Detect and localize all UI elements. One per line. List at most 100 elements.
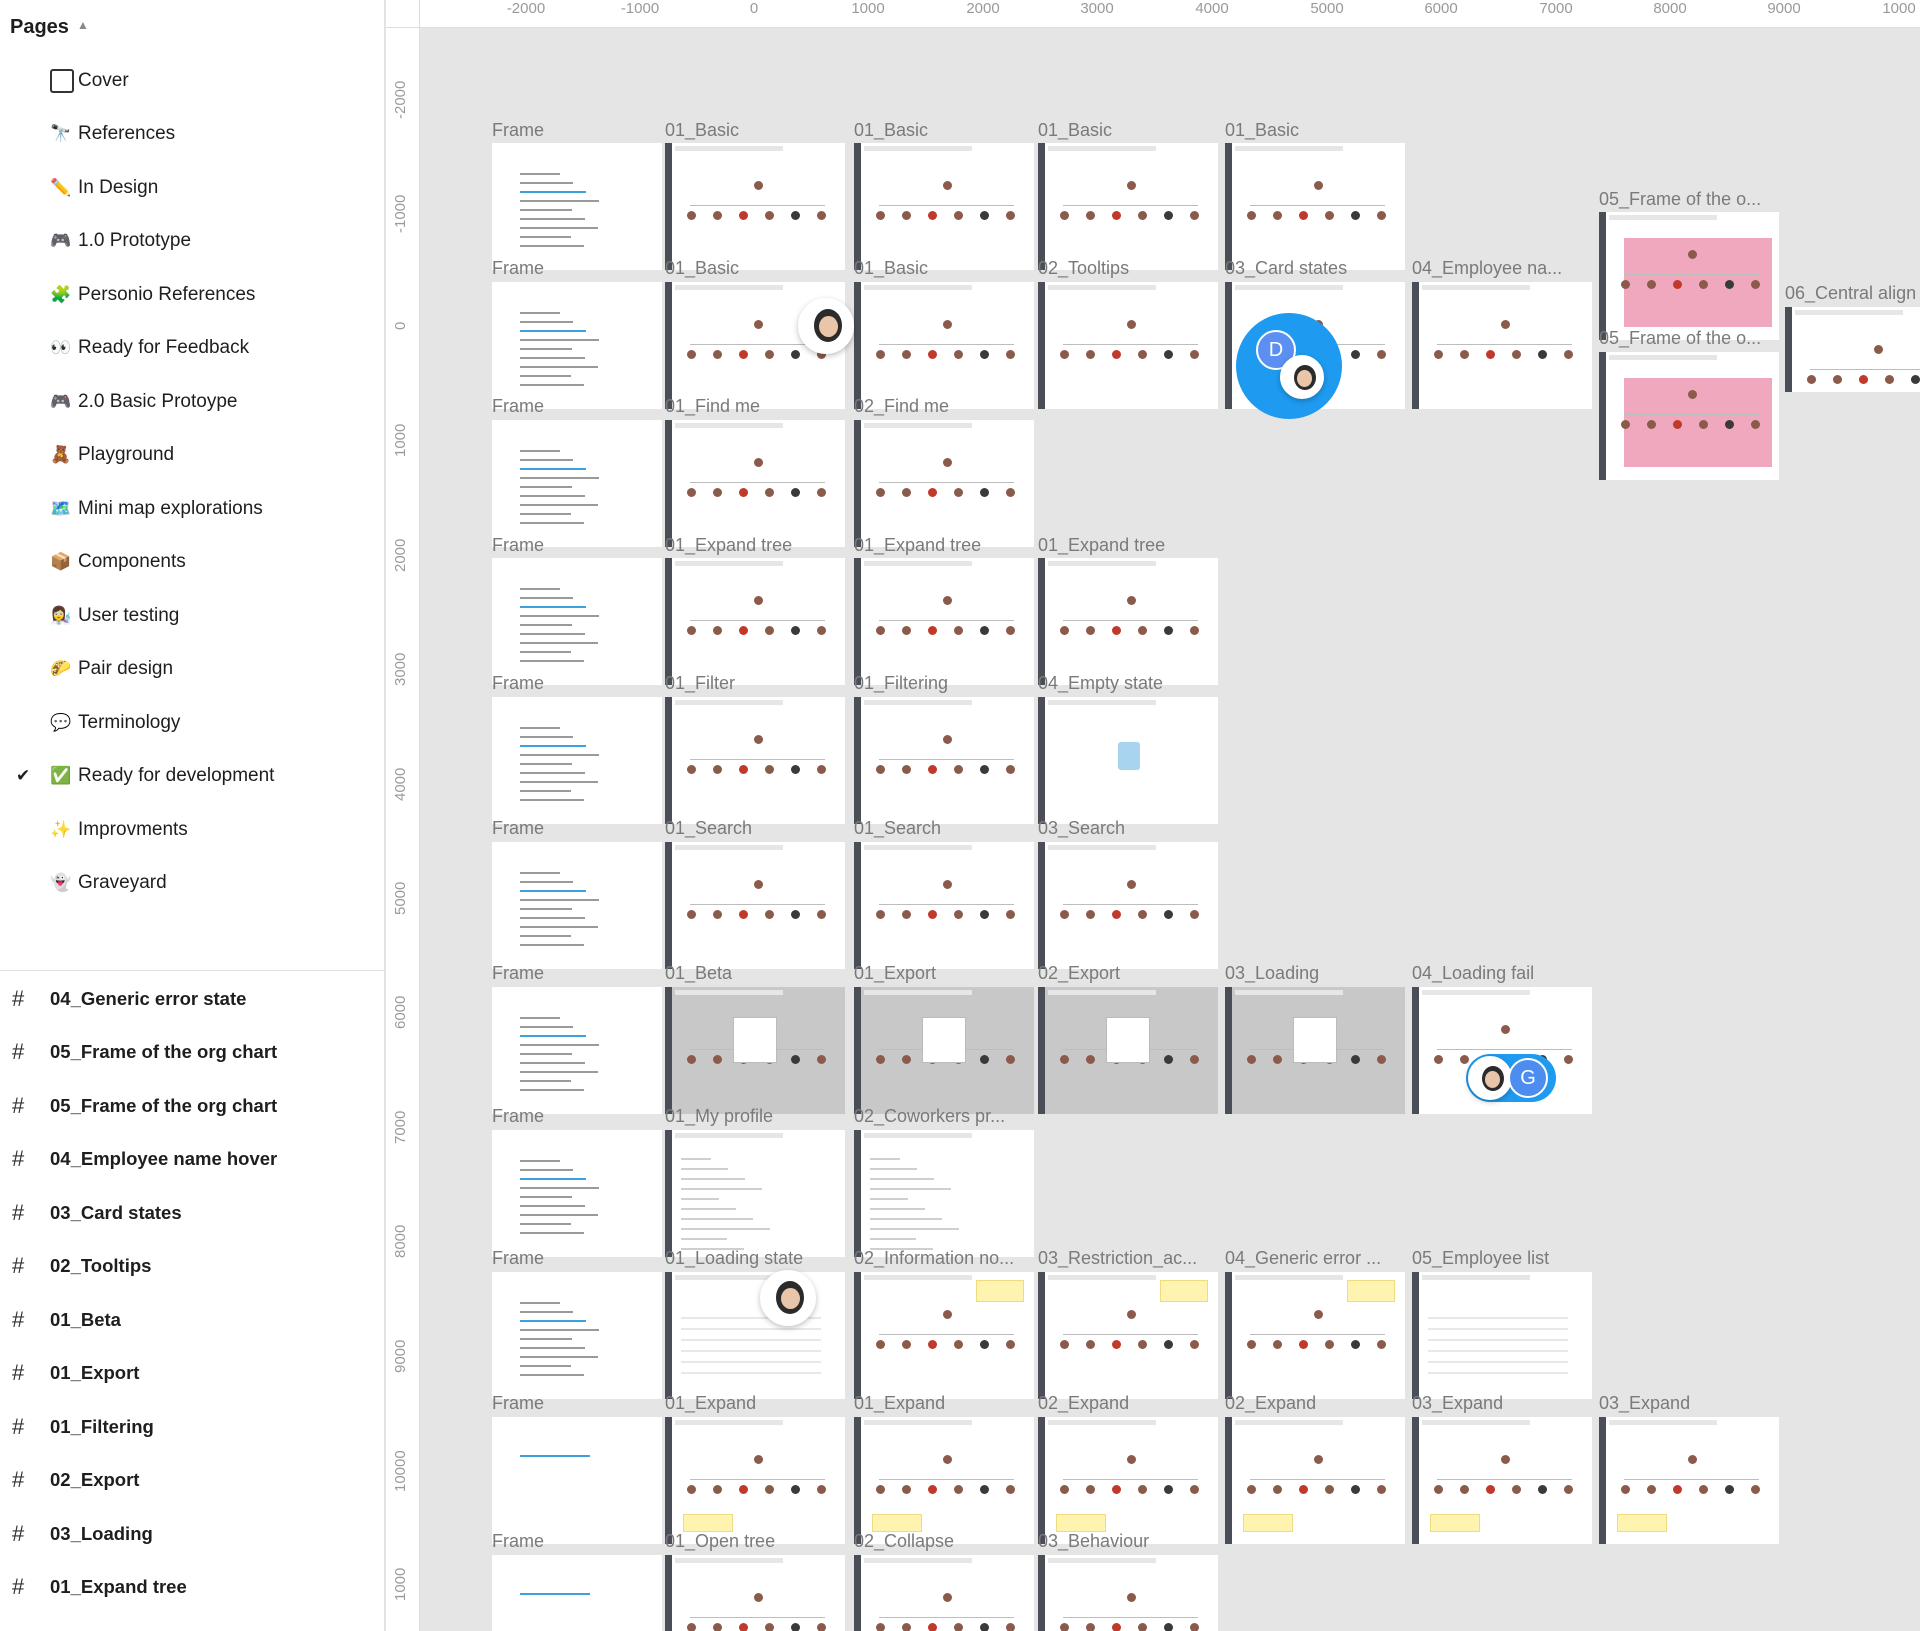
frame-label[interactable]: 01_Basic [1038,120,1112,141]
frame-label[interactable]: 01_Expand tree [665,535,792,556]
page-item[interactable]: 📦 Components [0,536,385,590]
frame-label[interactable]: 01_Expand tree [1038,535,1165,556]
page-item[interactable]: 🧸 Playground [0,429,385,483]
frame-label[interactable]: 01_Search [665,818,752,839]
frame-label[interactable]: 01_Beta [665,963,732,984]
layer-item[interactable]: #02_Tooltips [0,1240,385,1294]
frame-label[interactable]: 03_Card states [1225,258,1347,279]
page-item[interactable]: 🔭 References [0,108,385,162]
design-frame[interactable] [854,842,1034,969]
design-frame[interactable] [665,1272,845,1399]
design-frame[interactable] [492,282,662,409]
layer-item[interactable]: #04_Generic error state [0,972,385,1026]
design-frame[interactable] [854,987,1034,1114]
frame-label[interactable]: 02_Information no... [854,1248,1014,1269]
design-frame[interactable] [492,1417,662,1544]
design-frame[interactable] [1038,282,1218,409]
design-frame[interactable] [1038,842,1218,969]
collaborator-avatar[interactable] [1468,1056,1512,1100]
frame-label[interactable]: 03_Expand [1412,1393,1503,1414]
frame-label[interactable]: 04_Loading fail [1412,963,1534,984]
frame-label[interactable]: 02_Export [1038,963,1120,984]
frame-label[interactable]: 02_Coworkers pr... [854,1106,1005,1127]
page-item[interactable]: 💬 Terminology [0,696,385,750]
design-frame[interactable] [854,282,1034,409]
design-frame[interactable] [1599,1417,1779,1544]
design-frame[interactable] [1038,1555,1218,1631]
frame-label[interactable]: 02_Expand [1038,1393,1129,1414]
layer-item[interactable]: #02_Export [0,1454,385,1508]
frame-label[interactable]: 02_Tooltips [1038,258,1129,279]
page-item[interactable]: 👻 Graveyard [0,857,385,911]
layer-item[interactable]: #04_Employee name hover [0,1133,385,1187]
design-frame[interactable] [665,420,845,547]
design-frame[interactable] [1225,1417,1405,1544]
frame-label[interactable]: 03_Expand [1599,1393,1690,1414]
design-frame[interactable] [1038,697,1218,824]
frame-label[interactable]: 01_Basic [1225,120,1299,141]
page-item[interactable]: ✨ Improvments [0,803,385,857]
design-frame[interactable] [854,1272,1034,1399]
frame-label[interactable]: 01_Search [854,818,941,839]
design-frame[interactable] [1038,1272,1218,1399]
frame-label[interactable]: 04_Generic error ... [1225,1248,1381,1269]
layer-item[interactable]: #01_Expand tree [0,1561,385,1615]
frame-label[interactable]: 01_Filter [665,673,735,694]
design-frame[interactable] [1225,987,1405,1114]
design-frame[interactable] [665,558,845,685]
design-frame[interactable] [854,1130,1034,1257]
page-item[interactable]: 👩‍🔬 User testing [0,589,385,643]
frame-label[interactable]: 04_Employee na... [1412,258,1562,279]
design-frame[interactable] [1412,1417,1592,1544]
frame-label[interactable]: 01_Basic [854,258,928,279]
frame-label[interactable]: 01_Basic [854,120,928,141]
design-frame[interactable] [1225,143,1405,270]
layer-item[interactable]: #05_Frame of the org chart [0,1079,385,1133]
design-frame[interactable] [492,143,662,270]
design-frame[interactable] [854,697,1034,824]
frame-label[interactable]: 01_Expand [665,1393,756,1414]
frame-label[interactable]: Frame [492,120,544,141]
design-frame[interactable] [665,143,845,270]
design-frame[interactable] [665,1555,845,1631]
page-item[interactable]: Cover [0,54,385,108]
collaborator-avatar[interactable] [798,298,854,354]
layer-item[interactable]: #01_Beta [0,1293,385,1347]
design-frame[interactable] [1599,212,1779,340]
frame-label[interactable]: Frame [492,1531,544,1552]
chevron-up-icon[interactable]: ▲ [77,18,89,32]
design-frame[interactable] [1599,352,1779,480]
page-item[interactable]: 🗺️ Mini map explorations [0,482,385,536]
collaborator-avatar[interactable] [760,1270,816,1326]
design-frame[interactable] [854,420,1034,547]
frame-label[interactable]: 06_Central align [1785,283,1916,304]
frame-label[interactable]: Frame [492,818,544,839]
frame-label[interactable]: 05_Frame of the o... [1599,328,1761,349]
design-frame[interactable] [492,697,662,824]
frame-label[interactable]: Frame [492,258,544,279]
frame-label[interactable]: 04_Empty state [1038,673,1163,694]
frame-label[interactable]: 02_Expand [1225,1393,1316,1414]
design-frame[interactable] [1038,987,1218,1114]
frame-label[interactable]: 01_Export [854,963,936,984]
frame-label[interactable]: 03_Search [1038,818,1125,839]
frame-label[interactable]: 05_Frame of the o... [1599,189,1761,210]
design-frame[interactable] [1412,1272,1592,1399]
design-frame[interactable] [492,558,662,685]
design-frame[interactable] [854,1555,1034,1631]
design-frame[interactable] [492,987,662,1114]
layer-item[interactable]: #01_Export [0,1347,385,1401]
collaborator-avatar[interactable] [1280,355,1324,399]
frame-label[interactable]: 02_Collapse [854,1531,954,1552]
design-frame[interactable] [1038,558,1218,685]
design-frame[interactable] [492,420,662,547]
frame-label[interactable]: 01_Loading state [665,1248,803,1269]
design-frame[interactable] [665,1417,845,1544]
page-item[interactable]: 🌮 Pair design [0,643,385,697]
design-frame[interactable] [492,1272,662,1399]
design-frame[interactable] [1412,282,1592,409]
frame-label[interactable]: 01_Expand tree [854,535,981,556]
design-frame[interactable] [665,1130,845,1257]
pages-header[interactable]: Pages ▲ [10,12,89,42]
design-frame[interactable] [665,697,845,824]
